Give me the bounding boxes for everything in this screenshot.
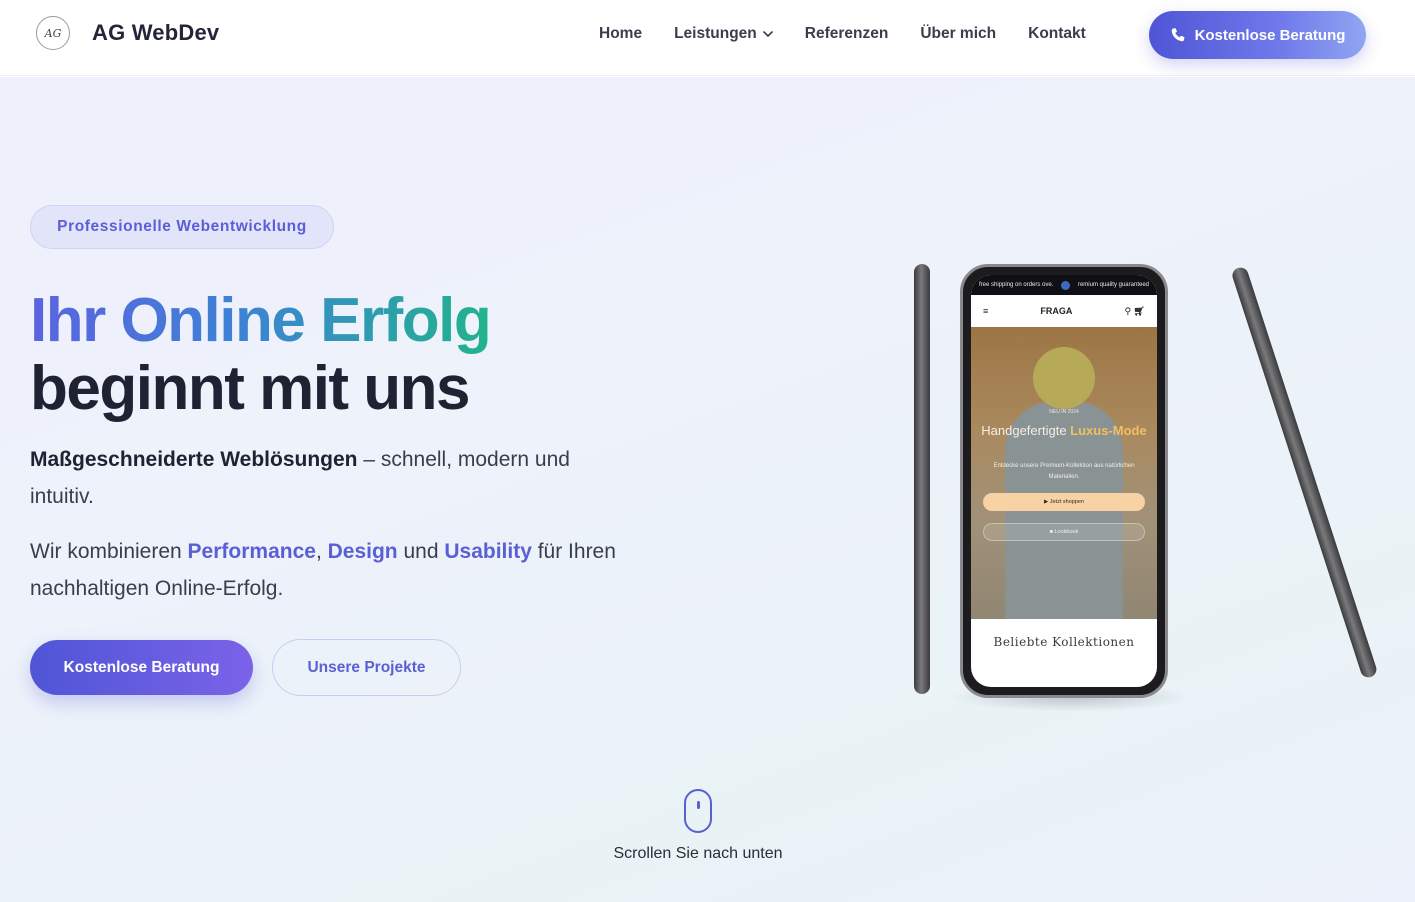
lead2-highlight-design: Design bbox=[327, 540, 398, 563]
announcement-globe-icon bbox=[1061, 280, 1071, 290]
nav-ueber-mich[interactable]: Über mich bbox=[920, 25, 996, 43]
hero-projects-button[interactable]: Unsere Projekte bbox=[272, 639, 461, 696]
scroll-hint: Scrollen Sie nach unten bbox=[613, 845, 783, 862]
logo-link[interactable]: AG AG WebDev bbox=[36, 16, 219, 50]
announcement-left: free shipping on orders ove. bbox=[979, 282, 1054, 288]
brand-name: AG WebDev bbox=[92, 20, 220, 45]
nav-referenzen[interactable]: Referenzen bbox=[805, 25, 889, 43]
mouse-icon[interactable] bbox=[684, 789, 712, 833]
nav-home[interactable]: Home bbox=[599, 25, 642, 43]
phone-device: free shipping on orders ove. remium qual… bbox=[960, 264, 1168, 698]
shop-new-label: NEU IN 2024 bbox=[1049, 409, 1079, 415]
lead2-highlight-usability: Usability bbox=[444, 540, 532, 563]
hero-section: Professionelle Webentwicklung Ihr Online… bbox=[0, 77, 1415, 902]
phone-shop-navbar: ≡ FRAGA ⚲ 🛒︎ bbox=[971, 295, 1157, 327]
shop-secondary-button: ■ Lookbook bbox=[983, 523, 1145, 541]
announcement-right: remium quality guaranteed bbox=[1077, 282, 1149, 288]
hero-headline: Ihr Online Erfolg beginnt mit uns bbox=[30, 287, 490, 423]
mouse-wheel bbox=[697, 801, 700, 809]
phone-side-right bbox=[1230, 265, 1379, 680]
logo-text: AG bbox=[44, 26, 62, 40]
site-header: AG AG WebDev Home Leistungen Referenzen … bbox=[0, 0, 1415, 76]
shop-primary-button: ▶ Jetzt shoppen bbox=[983, 493, 1145, 511]
lead2-prefix: Wir kombinieren bbox=[30, 540, 188, 563]
nav-kontakt[interactable]: Kontakt bbox=[1028, 25, 1086, 43]
shop-name: FRAGA bbox=[1040, 306, 1073, 316]
phone-mockup-image: free shipping on orders ove. remium qual… bbox=[890, 252, 1379, 722]
hero-badge: Professionelle Webentwicklung bbox=[30, 205, 334, 249]
header-cta-label: Kostenlose Beratung bbox=[1194, 26, 1346, 44]
lead2-sep2: und bbox=[397, 540, 445, 563]
phone-screen: free shipping on orders ove. remium qual… bbox=[971, 275, 1157, 687]
phone-icon bbox=[1171, 28, 1184, 42]
shop-title-plain: Handgefertigte bbox=[981, 423, 1071, 438]
hero-consultation-button[interactable]: Kostenlose Beratung bbox=[30, 640, 253, 695]
headline-line2: beginnt mit uns bbox=[30, 354, 471, 423]
headline-gradient: Ihr Online Erfolg bbox=[30, 286, 490, 355]
headline-part2: Erfolg bbox=[320, 286, 491, 355]
headline-part1: Ihr Online bbox=[30, 286, 321, 355]
nav-leistungen-label: Leistungen bbox=[674, 25, 757, 42]
shop-title: Handgefertigte Luxus-Mode bbox=[971, 423, 1157, 439]
hero-description: Wir kombinieren Performance, Design und … bbox=[30, 533, 620, 607]
lead-strong: Maßgeschneiderte Weblösungen bbox=[30, 448, 358, 471]
phone-shop-hero: NEU IN 2024 Handgefertigte Luxus-Mode En… bbox=[971, 327, 1157, 619]
nav-leistungen[interactable]: Leistungen bbox=[674, 25, 773, 43]
logo-icon: AG bbox=[36, 16, 70, 50]
phone-side-left bbox=[914, 264, 930, 694]
hamburger-icon: ≡ bbox=[983, 306, 989, 316]
lead2-highlight-performance: Performance bbox=[187, 540, 316, 563]
account-cart-icons: ⚲ 🛒︎ bbox=[1124, 305, 1145, 316]
chevron-down-icon bbox=[762, 31, 773, 37]
main-nav: Home Leistungen Referenzen Über mich Kon… bbox=[599, 25, 1118, 43]
hero-lead: Maßgeschneiderte Weblösungen – schnell, … bbox=[30, 441, 620, 515]
phone-announcement-bar: free shipping on orders ove. remium qual… bbox=[971, 275, 1157, 295]
lead2-sep1: , bbox=[315, 540, 328, 563]
shop-collections-heading: Beliebte Kollektionen bbox=[993, 635, 1135, 649]
header-cta-button[interactable]: Kostenlose Beratung bbox=[1149, 11, 1366, 59]
shop-title-gold: Luxus-Mode bbox=[1070, 423, 1147, 438]
shop-description: Entdecke unsere Premium-Kollektion aus n… bbox=[993, 463, 1135, 480]
